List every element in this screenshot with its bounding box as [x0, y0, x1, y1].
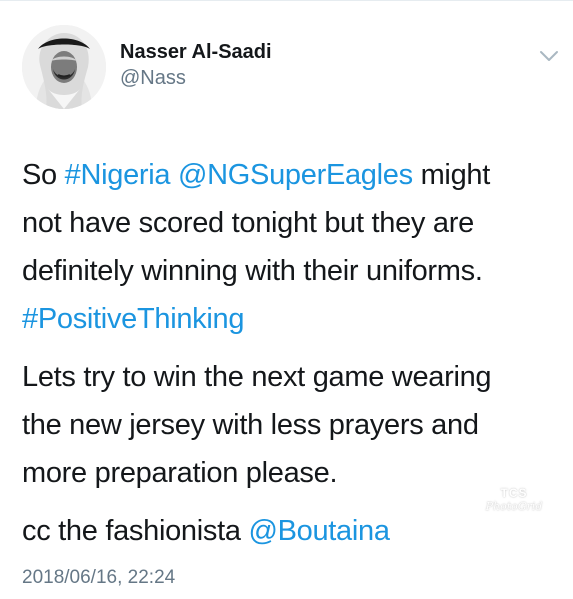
text-segment — [170, 159, 178, 191]
watermark: TCS PhotoGrid — [468, 486, 560, 514]
tweet-paragraph: cc the fashionista @Boutaina — [22, 507, 562, 555]
watermark-top: TCS — [500, 486, 528, 500]
tweet-paragraph: So #Nigeria @NGSuperEagles might not hav… — [22, 151, 562, 343]
text-line: Lets try to win the next game wearing — [22, 361, 492, 393]
text-line: definitely winning with their uniforms. — [22, 255, 483, 287]
profile-photo — [22, 25, 106, 109]
hashtag-link[interactable]: #PositiveThinking — [22, 303, 244, 335]
text-line: the new jersey with less prayers and — [22, 409, 479, 441]
text-segment: So — [22, 159, 65, 191]
display-name[interactable]: Nasser Al-Saadi — [120, 41, 272, 64]
text-segment: cc the fashionista — [22, 515, 249, 547]
text-segment: might — [412, 159, 491, 191]
tweet-paragraph: Lets try to win the next game wearing th… — [22, 353, 562, 497]
tweet-card: Nasser Al-Saadi @Nass So #Nigeria @NGSup… — [0, 0, 573, 599]
text-line: more preparation please. — [22, 457, 338, 489]
watermark-bottom: PhotoGrid — [485, 500, 543, 513]
tweet-timestamp[interactable]: 2018/06/16, 22:24 — [22, 567, 175, 589]
user-handle[interactable]: @Nass — [120, 67, 186, 90]
text-line: not have scored tonight but they are — [22, 207, 474, 239]
mention-link[interactable]: @NGSuperEagles — [178, 159, 413, 191]
chevron-down-icon — [540, 51, 558, 61]
avatar[interactable] — [22, 25, 106, 109]
tweet-menu-button[interactable] — [535, 45, 563, 67]
hashtag-link[interactable]: #Nigeria — [65, 159, 171, 191]
mention-link[interactable]: @Boutaina — [248, 515, 390, 547]
